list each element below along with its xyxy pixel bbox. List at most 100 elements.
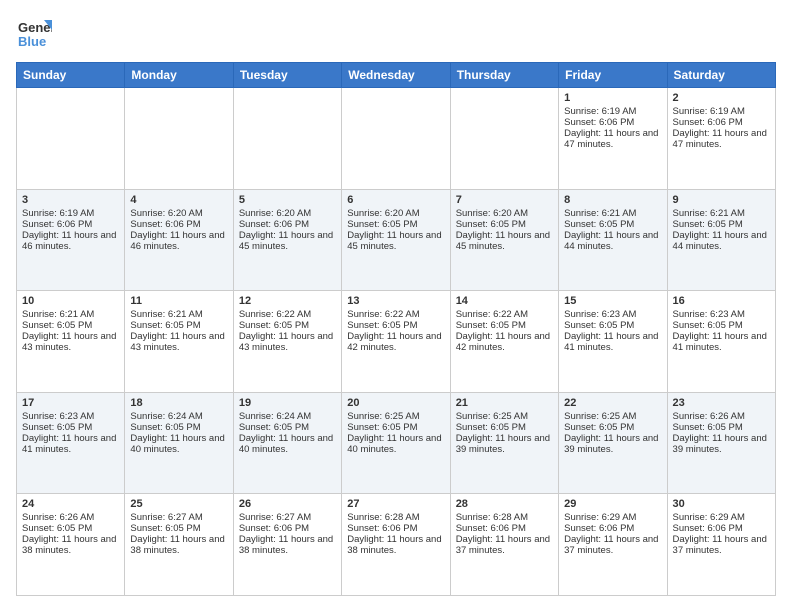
daylight-text: Daylight: 11 hours and 42 minutes. (456, 331, 553, 353)
calendar-cell-13: 13Sunrise: 6:22 AMSunset: 6:05 PMDayligh… (342, 291, 450, 393)
calendar-week-3: 17Sunrise: 6:23 AMSunset: 6:05 PMDayligh… (17, 392, 776, 494)
daylight-text: Daylight: 11 hours and 37 minutes. (564, 534, 661, 556)
logo: General Blue (16, 16, 56, 52)
calendar-cell-20: 20Sunrise: 6:25 AMSunset: 6:05 PMDayligh… (342, 392, 450, 494)
sunrise-text: Sunrise: 6:22 AM (239, 309, 336, 320)
sunset-text: Sunset: 6:06 PM (564, 117, 661, 128)
day-number: 1 (564, 92, 661, 104)
calendar-cell-14: 14Sunrise: 6:22 AMSunset: 6:05 PMDayligh… (450, 291, 558, 393)
calendar-cell-empty (125, 88, 233, 190)
sunset-text: Sunset: 6:05 PM (130, 523, 227, 534)
calendar-cell-3: 3Sunrise: 6:19 AMSunset: 6:06 PMDaylight… (17, 189, 125, 291)
calendar-cell-1: 1Sunrise: 6:19 AMSunset: 6:06 PMDaylight… (559, 88, 667, 190)
sunset-text: Sunset: 6:05 PM (673, 219, 770, 230)
calendar-cell-4: 4Sunrise: 6:20 AMSunset: 6:06 PMDaylight… (125, 189, 233, 291)
day-number: 16 (673, 295, 770, 307)
calendar-cell-empty (17, 88, 125, 190)
calendar-cell-17: 17Sunrise: 6:23 AMSunset: 6:05 PMDayligh… (17, 392, 125, 494)
daylight-text: Daylight: 11 hours and 44 minutes. (564, 230, 661, 252)
sunset-text: Sunset: 6:05 PM (22, 422, 119, 433)
header: General Blue (16, 16, 776, 52)
day-number: 2 (673, 92, 770, 104)
sunrise-text: Sunrise: 6:24 AM (239, 411, 336, 422)
page: General Blue SundayMondayTuesdayWednesda… (0, 0, 792, 612)
daylight-text: Daylight: 11 hours and 40 minutes. (130, 433, 227, 455)
sunrise-text: Sunrise: 6:20 AM (130, 208, 227, 219)
day-number: 22 (564, 397, 661, 409)
day-number: 26 (239, 498, 336, 510)
calendar-cell-26: 26Sunrise: 6:27 AMSunset: 6:06 PMDayligh… (233, 494, 341, 596)
calendar-week-4: 24Sunrise: 6:26 AMSunset: 6:05 PMDayligh… (17, 494, 776, 596)
logo-icon: General Blue (16, 16, 52, 52)
calendar-cell-12: 12Sunrise: 6:22 AMSunset: 6:05 PMDayligh… (233, 291, 341, 393)
calendar-header-tuesday: Tuesday (233, 63, 341, 88)
daylight-text: Daylight: 11 hours and 43 minutes. (239, 331, 336, 353)
sunset-text: Sunset: 6:05 PM (239, 422, 336, 433)
day-number: 27 (347, 498, 444, 510)
calendar-cell-10: 10Sunrise: 6:21 AMSunset: 6:05 PMDayligh… (17, 291, 125, 393)
sunrise-text: Sunrise: 6:25 AM (347, 411, 444, 422)
sunrise-text: Sunrise: 6:25 AM (456, 411, 553, 422)
daylight-text: Daylight: 11 hours and 45 minutes. (456, 230, 553, 252)
calendar-header-wednesday: Wednesday (342, 63, 450, 88)
daylight-text: Daylight: 11 hours and 43 minutes. (130, 331, 227, 353)
daylight-text: Daylight: 11 hours and 39 minutes. (564, 433, 661, 455)
daylight-text: Daylight: 11 hours and 39 minutes. (456, 433, 553, 455)
calendar-header-thursday: Thursday (450, 63, 558, 88)
calendar-cell-empty (450, 88, 558, 190)
day-number: 14 (456, 295, 553, 307)
sunset-text: Sunset: 6:05 PM (564, 320, 661, 331)
calendar-cell-24: 24Sunrise: 6:26 AMSunset: 6:05 PMDayligh… (17, 494, 125, 596)
day-number: 25 (130, 498, 227, 510)
daylight-text: Daylight: 11 hours and 37 minutes. (456, 534, 553, 556)
sunrise-text: Sunrise: 6:19 AM (22, 208, 119, 219)
sunrise-text: Sunrise: 6:26 AM (22, 512, 119, 523)
sunrise-text: Sunrise: 6:29 AM (564, 512, 661, 523)
sunset-text: Sunset: 6:06 PM (239, 219, 336, 230)
day-number: 4 (130, 194, 227, 206)
daylight-text: Daylight: 11 hours and 43 minutes. (22, 331, 119, 353)
calendar-cell-16: 16Sunrise: 6:23 AMSunset: 6:05 PMDayligh… (667, 291, 775, 393)
sunset-text: Sunset: 6:05 PM (456, 422, 553, 433)
sunrise-text: Sunrise: 6:21 AM (673, 208, 770, 219)
sunset-text: Sunset: 6:05 PM (22, 523, 119, 534)
sunset-text: Sunset: 6:05 PM (130, 422, 227, 433)
day-number: 8 (564, 194, 661, 206)
sunrise-text: Sunrise: 6:24 AM (130, 411, 227, 422)
sunrise-text: Sunrise: 6:27 AM (130, 512, 227, 523)
calendar-cell-5: 5Sunrise: 6:20 AMSunset: 6:06 PMDaylight… (233, 189, 341, 291)
sunset-text: Sunset: 6:06 PM (22, 219, 119, 230)
day-number: 5 (239, 194, 336, 206)
calendar-cell-7: 7Sunrise: 6:20 AMSunset: 6:05 PMDaylight… (450, 189, 558, 291)
day-number: 9 (673, 194, 770, 206)
daylight-text: Daylight: 11 hours and 40 minutes. (239, 433, 336, 455)
sunset-text: Sunset: 6:05 PM (347, 320, 444, 331)
sunrise-text: Sunrise: 6:21 AM (22, 309, 119, 320)
sunset-text: Sunset: 6:05 PM (564, 219, 661, 230)
calendar-cell-2: 2Sunrise: 6:19 AMSunset: 6:06 PMDaylight… (667, 88, 775, 190)
calendar-cell-8: 8Sunrise: 6:21 AMSunset: 6:05 PMDaylight… (559, 189, 667, 291)
sunset-text: Sunset: 6:05 PM (347, 422, 444, 433)
calendar-header-saturday: Saturday (667, 63, 775, 88)
sunrise-text: Sunrise: 6:21 AM (130, 309, 227, 320)
calendar-week-1: 3Sunrise: 6:19 AMSunset: 6:06 PMDaylight… (17, 189, 776, 291)
calendar-cell-22: 22Sunrise: 6:25 AMSunset: 6:05 PMDayligh… (559, 392, 667, 494)
calendar-cell-23: 23Sunrise: 6:26 AMSunset: 6:05 PMDayligh… (667, 392, 775, 494)
sunrise-text: Sunrise: 6:20 AM (239, 208, 336, 219)
daylight-text: Daylight: 11 hours and 41 minutes. (673, 331, 770, 353)
daylight-text: Daylight: 11 hours and 42 minutes. (347, 331, 444, 353)
sunrise-text: Sunrise: 6:28 AM (456, 512, 553, 523)
day-number: 24 (22, 498, 119, 510)
day-number: 18 (130, 397, 227, 409)
sunrise-text: Sunrise: 6:28 AM (347, 512, 444, 523)
sunrise-text: Sunrise: 6:23 AM (22, 411, 119, 422)
daylight-text: Daylight: 11 hours and 46 minutes. (130, 230, 227, 252)
sunrise-text: Sunrise: 6:19 AM (564, 106, 661, 117)
sunset-text: Sunset: 6:05 PM (564, 422, 661, 433)
day-number: 3 (22, 194, 119, 206)
day-number: 13 (347, 295, 444, 307)
daylight-text: Daylight: 11 hours and 38 minutes. (239, 534, 336, 556)
daylight-text: Daylight: 11 hours and 44 minutes. (673, 230, 770, 252)
svg-text:Blue: Blue (18, 34, 46, 49)
calendar-cell-empty (342, 88, 450, 190)
